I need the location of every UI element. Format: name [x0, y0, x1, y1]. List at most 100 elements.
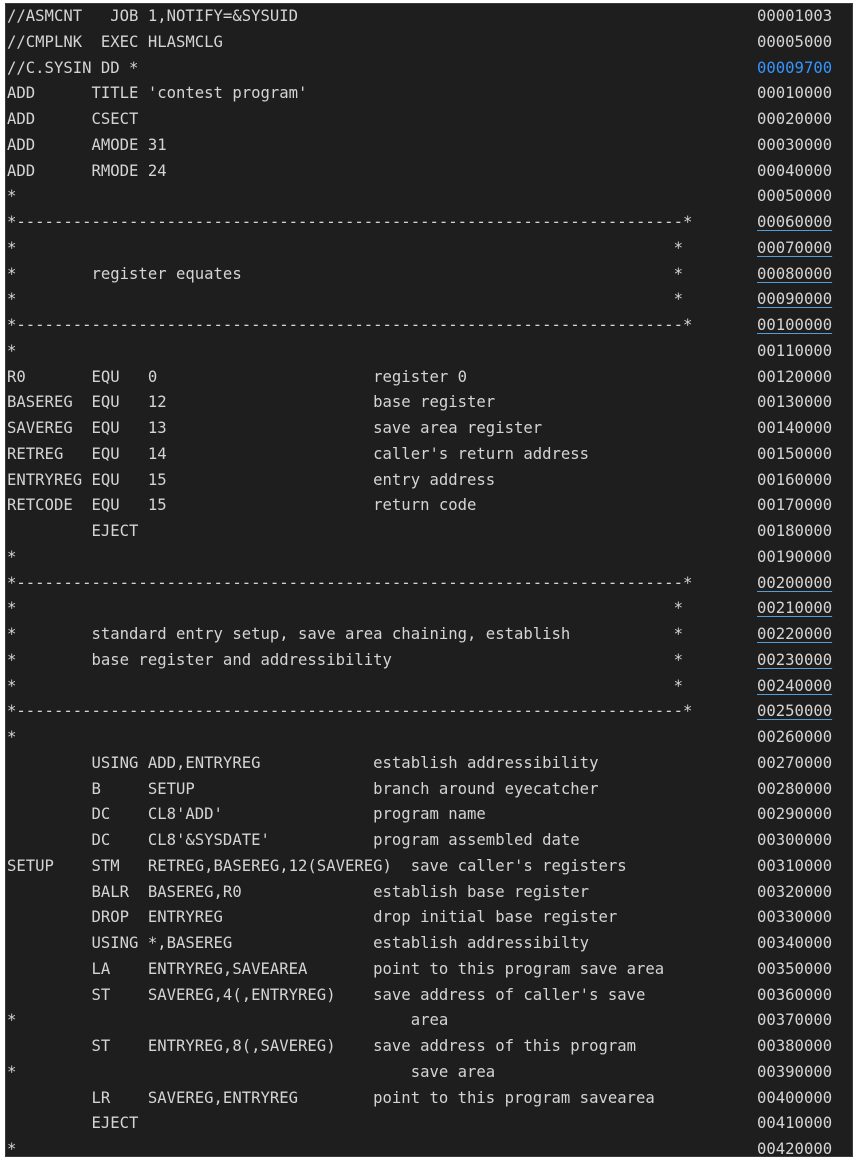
- code-line[interactable]: ADD CSECT 00020000: [6, 107, 852, 133]
- code-text: LR SAVEREG,ENTRYREG point to this progra…: [7, 1088, 655, 1107]
- sequence-number: 00050000: [757, 187, 833, 206]
- code-text: //CMPLNK EXEC HLASMCLG: [7, 32, 223, 51]
- sequence-number: 00140000: [757, 419, 833, 437]
- sequence-number: 00040000: [757, 161, 833, 180]
- code-line[interactable]: ST ENTRYREG,8(,SAVEREG) save address of …: [6, 1034, 852, 1060]
- code-text: * *: [7, 238, 683, 257]
- sequence-number: 00020000: [757, 110, 833, 128]
- code-text: //ASMCNT JOB 1,NOTIFY=&SYSUID: [7, 7, 299, 25]
- sequence-number: 00300000: [757, 831, 833, 849]
- code-line[interactable]: * 00050000: [6, 184, 852, 210]
- code-line[interactable]: EJECT 00410000: [6, 1111, 852, 1137]
- code-line[interactable]: *---------------------------------------…: [6, 571, 852, 597]
- code-line[interactable]: RETCODE EQU 15 return code 00170000: [6, 493, 852, 519]
- code-line[interactable]: * * 00070000: [6, 236, 852, 262]
- code-text: ST ENTRYREG,8(,SAVEREG) save address of …: [7, 1037, 637, 1055]
- sequence-number: 00170000: [757, 496, 833, 515]
- code-editor[interactable]: //ASMCNT JOB 1,NOTIFY=&SYSUID 00001003 //…: [5, 3, 853, 1157]
- sequence-number: 00250000: [757, 702, 833, 721]
- code-text: USING ADD,ENTRYREG establish addressibil…: [7, 753, 599, 772]
- code-line[interactable]: * * 00090000: [6, 287, 852, 313]
- code-text: BALR BASEREG,R0 establish base register: [7, 882, 590, 901]
- code-line[interactable]: DROP ENTRYREG drop initial base register…: [6, 905, 852, 931]
- code-line[interactable]: ADD RMODE 24 00040000: [6, 159, 852, 185]
- code-line[interactable]: * register equates * 00080000: [6, 262, 852, 288]
- code-text: DROP ENTRYREG drop initial base register: [7, 908, 618, 927]
- code-line[interactable]: BALR BASEREG,R0 establish base register 0…: [6, 880, 852, 906]
- code-text: DC CL8'ADD' program name: [7, 805, 486, 824]
- sequence-number: 00340000: [757, 934, 833, 952]
- sequence-number: 00310000: [757, 856, 833, 875]
- sequence-number: 00150000: [757, 444, 833, 463]
- sequence-number: 00010000: [757, 84, 833, 103]
- sequence-number: 00260000: [757, 728, 833, 746]
- code-line[interactable]: DC CL8'&SYSDATE' program assembled date 0…: [6, 828, 852, 854]
- code-line[interactable]: RETREG EQU 14 caller's return address 001…: [6, 442, 852, 468]
- code-text: SETUP STM RETREG,BASEREG,12(SAVEREG) sav…: [7, 856, 627, 875]
- sequence-number: 00290000: [757, 805, 833, 824]
- sequence-number: 00420000: [757, 1140, 833, 1157]
- code-text: LA ENTRYREG,SAVEAREA point to this progr…: [7, 959, 665, 978]
- code-text: EJECT: [7, 1114, 139, 1133]
- code-text: DC CL8'&SYSDATE' program assembled date: [7, 831, 580, 849]
- code-text: RETCODE EQU 15 return code: [7, 496, 477, 515]
- code-line[interactable]: * 00260000: [6, 725, 852, 751]
- code-line[interactable]: ENTRYREG EQU 15 entry address 00160000: [6, 468, 852, 494]
- code-text: * base register and addressibility *: [7, 650, 683, 669]
- code-line[interactable]: * * 00210000: [6, 596, 852, 622]
- code-line[interactable]: ADD AMODE 31 00030000: [6, 133, 852, 159]
- code-line[interactable]: ST SAVEREG,4(,ENTRYREG) save address of …: [6, 983, 852, 1009]
- code-line[interactable]: EJECT 00180000: [6, 519, 852, 545]
- sequence-number: 00390000: [757, 1062, 833, 1081]
- code-line[interactable]: SAVEREG EQU 13 save area register 0014000…: [6, 416, 852, 442]
- code-line[interactable]: LA ENTRYREG,SAVEAREA point to this progr…: [6, 957, 852, 983]
- code-text: * save area: [7, 1062, 496, 1081]
- code-text: *---------------------------------------…: [7, 316, 693, 334]
- sequence-number: 00200000: [757, 573, 833, 592]
- code-line[interactable]: * save area 00390000: [6, 1060, 852, 1086]
- code-line[interactable]: SETUP STM RETREG,BASEREG,12(SAVEREG) sav…: [6, 854, 852, 880]
- code-line[interactable]: USING *,BASEREG establish addressibilty 0…: [6, 931, 852, 957]
- code-line[interactable]: BASEREG EQU 12 base register 00130000: [6, 390, 852, 416]
- code-text: B SETUP branch around eyecatcher: [7, 779, 599, 798]
- code-line[interactable]: * area 00370000: [6, 1008, 852, 1034]
- code-line[interactable]: ADD TITLE 'contest program' 00010000: [6, 81, 852, 107]
- code-text: * *: [7, 599, 683, 618]
- code-line[interactable]: * standard entry setup, save area chaini…: [6, 622, 852, 648]
- code-line[interactable]: USING ADD,ENTRYREG establish addressibil…: [6, 751, 852, 777]
- code-text: ENTRYREG EQU 15 entry address: [7, 470, 496, 489]
- sequence-number: 00400000: [757, 1088, 833, 1107]
- code-text: * *: [7, 676, 683, 695]
- code-line[interactable]: //CMPLNK EXEC HLASMCLG 00005000: [6, 30, 852, 56]
- code-line[interactable]: * 00420000: [6, 1137, 852, 1157]
- code-line[interactable]: DC CL8'ADD' program name 00290000: [6, 802, 852, 828]
- code-text: * *: [7, 290, 683, 309]
- code-line[interactable]: R0 EQU 0 register 0 00120000: [6, 365, 852, 391]
- sequence-number: 00370000: [757, 1011, 833, 1030]
- code-line[interactable]: LR SAVEREG,ENTRYREG point to this progra…: [6, 1086, 852, 1112]
- code-line[interactable]: *---------------------------------------…: [6, 699, 852, 725]
- sequence-number: 00180000: [757, 522, 833, 540]
- code-line[interactable]: * 00110000: [6, 339, 852, 365]
- code-text: ST SAVEREG,4(,ENTRYREG) save address of …: [7, 985, 646, 1004]
- code-text: ADD TITLE 'contest program': [7, 84, 308, 103]
- sequence-number: 00130000: [757, 393, 833, 412]
- code-text: * standard entry setup, save area chaini…: [7, 625, 683, 643]
- code-line[interactable]: //C.SYSIN DD * 00009700: [6, 56, 852, 82]
- code-line[interactable]: //ASMCNT JOB 1,NOTIFY=&SYSUID 00001003: [6, 4, 852, 30]
- sequence-number: 00350000: [757, 959, 833, 978]
- code-line[interactable]: * * 00240000: [6, 674, 852, 700]
- code-line[interactable]: *---------------------------------------…: [6, 313, 852, 339]
- sequence-number: 00030000: [757, 135, 833, 154]
- code-text: * register equates *: [7, 264, 683, 283]
- code-text: ADD AMODE 31: [7, 135, 167, 154]
- sequence-number: 00380000: [757, 1037, 833, 1055]
- sequence-number: 00110000: [757, 341, 833, 360]
- code-line[interactable]: B SETUP branch around eyecatcher 00280000: [6, 777, 852, 803]
- code-line[interactable]: * 00190000: [6, 545, 852, 571]
- code-line[interactable]: *---------------------------------------…: [6, 210, 852, 236]
- code-line[interactable]: * base register and addressibility * 0023…: [6, 648, 852, 674]
- code-text: *: [7, 187, 17, 206]
- code-text: *: [7, 547, 17, 566]
- sequence-number: 00009700: [757, 58, 833, 77]
